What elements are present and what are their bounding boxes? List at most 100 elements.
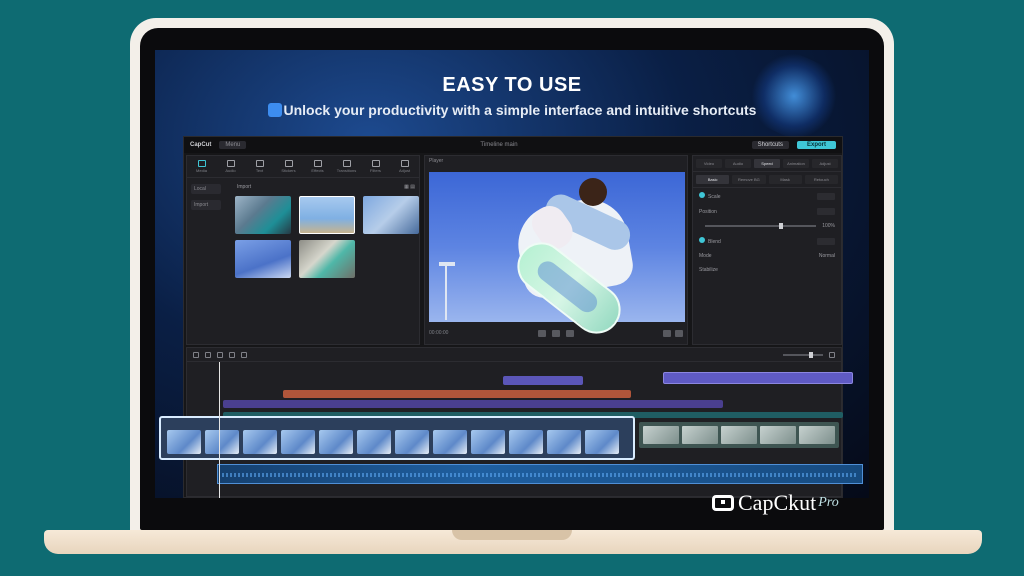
clip-frame: [721, 426, 757, 444]
media-header-label[interactable]: Import: [237, 184, 251, 190]
skater-head: [579, 178, 607, 206]
freeze-icon[interactable]: [241, 351, 247, 358]
stabilize-label[interactable]: Stabilize: [699, 267, 718, 273]
player-controls: 00:00:00: [429, 326, 683, 340]
main-video-track[interactable]: [159, 416, 635, 460]
tool-effects[interactable]: Effects: [303, 156, 332, 177]
scale-value[interactable]: 100%: [822, 223, 835, 229]
tool-stickers[interactable]: Stickers: [274, 156, 303, 177]
fullscreen-icon[interactable]: [675, 329, 683, 337]
view-options-icon[interactable]: ▦ ▤: [404, 184, 415, 190]
media-header: Import ▦ ▤: [237, 184, 415, 190]
zoom-slider[interactable]: [783, 351, 823, 358]
export-button[interactable]: Export: [796, 141, 836, 149]
clip-frame: [643, 426, 679, 444]
toggle-icon[interactable]: [699, 192, 705, 198]
position-field[interactable]: [817, 208, 835, 215]
tool-audio[interactable]: Audio: [216, 156, 245, 177]
text-clip[interactable]: [503, 376, 583, 385]
media-side-nav: Local Import: [191, 184, 221, 216]
clip-frame: [357, 430, 391, 454]
blend-label: Blend: [708, 239, 721, 245]
tool-adjust[interactable]: Adjust: [390, 156, 419, 177]
scale-slider[interactable]: [705, 223, 817, 229]
tab-speed[interactable]: Speed: [754, 159, 780, 168]
delete-icon[interactable]: [229, 351, 235, 358]
clip-frame: [585, 430, 619, 454]
brand-suffix: Pro: [818, 495, 839, 510]
scale-section: Scale: [693, 188, 841, 204]
media-icon: [197, 160, 206, 167]
player-time: 00:00:00: [429, 330, 449, 336]
filter-icon: [371, 160, 380, 167]
ratio-icon[interactable]: [663, 329, 671, 337]
properties-panel: Video Audio Speed Animation Adjust Basic…: [692, 155, 842, 345]
property-tabs: Video Audio Speed Animation Adjust: [693, 156, 841, 172]
next-frame-icon[interactable]: [565, 329, 574, 337]
capcut-logo-icon: [712, 495, 734, 511]
tab-animation[interactable]: Animation: [783, 159, 809, 168]
undo-icon[interactable]: [193, 351, 199, 358]
clip-frame: [243, 430, 277, 454]
zoom-handle[interactable]: [809, 351, 813, 358]
promo-subline-text: Unlock your productivity with a simple i…: [283, 102, 757, 118]
subtab-basic[interactable]: Basic: [696, 175, 730, 184]
prev-frame-icon[interactable]: [537, 329, 546, 337]
subtab-retouch[interactable]: Retouch: [804, 175, 838, 184]
media-thumbnail[interactable]: [299, 196, 355, 234]
toggle-icon[interactable]: [699, 237, 705, 243]
laptop-screen: EASY TO USE Unlock your productivity wit…: [155, 50, 869, 498]
promo-headline: EASY TO USE: [442, 74, 582, 96]
keyframe-icon[interactable]: [817, 237, 835, 245]
subtab-remove-bg[interactable]: Remove BG: [732, 175, 766, 184]
nav-local[interactable]: Local: [191, 184, 221, 194]
sticker-icon: [284, 160, 293, 167]
play-icon[interactable]: [551, 329, 560, 337]
clip-frame: [509, 430, 543, 454]
scale-row: 100%: [693, 219, 841, 233]
street-lamp: [439, 262, 455, 266]
audio-track[interactable]: [217, 464, 863, 484]
tool-filters[interactable]: Filters: [361, 156, 390, 177]
nav-import[interactable]: Import: [191, 200, 221, 210]
effect-clip[interactable]: [283, 390, 631, 398]
tab-adjust[interactable]: Adjust: [812, 159, 838, 168]
overlay-clip[interactable]: [639, 422, 839, 448]
media-thumbnail[interactable]: [363, 196, 419, 234]
clip-frame: [471, 430, 505, 454]
clip-frame: [281, 430, 315, 454]
tool-label: Text: [255, 168, 264, 173]
adjust-icon: [400, 160, 409, 167]
property-subtabs: Basic Remove BG Mask Retouch: [693, 172, 841, 188]
shortcuts-button[interactable]: Shortcuts: [751, 141, 789, 149]
redo-icon[interactable]: [205, 351, 211, 358]
keyframe-icon[interactable]: [817, 192, 835, 200]
media-thumbnail[interactable]: [299, 240, 355, 278]
brand-watermark: CapCkut Pro: [712, 490, 839, 516]
tab-audio[interactable]: Audio: [725, 159, 751, 168]
filter-clip[interactable]: [223, 400, 723, 408]
subtab-mask[interactable]: Mask: [768, 175, 802, 184]
mode-select[interactable]: Normal: [819, 253, 835, 259]
tab-video[interactable]: Video: [696, 159, 722, 168]
tool-transitions[interactable]: Transitions: [332, 156, 361, 177]
clip-frame: [205, 430, 239, 454]
media-thumbnail[interactable]: [235, 240, 291, 278]
media-panel: Media Audio Text Stickers Effects Transi…: [186, 155, 420, 345]
titlebar: CapCut Menu Timeline main Shortcuts Expo…: [184, 137, 842, 153]
lamp-pole: [445, 264, 447, 320]
media-thumbnail[interactable]: [235, 196, 291, 234]
tool-media[interactable]: Media: [187, 156, 216, 177]
player-tools: [663, 329, 683, 337]
slider-handle[interactable]: [778, 223, 783, 229]
player-label: Player: [429, 158, 444, 164]
text-clip[interactable]: [663, 372, 853, 384]
split-icon[interactable]: [217, 351, 223, 358]
clip-frame: [682, 426, 718, 444]
menu-button[interactable]: Menu: [219, 141, 247, 149]
bullet-icon: [267, 103, 282, 117]
playhead[interactable]: [219, 362, 220, 498]
tool-text[interactable]: Text: [245, 156, 274, 177]
fit-icon[interactable]: [829, 351, 835, 358]
blend-section: Blend: [693, 233, 841, 249]
